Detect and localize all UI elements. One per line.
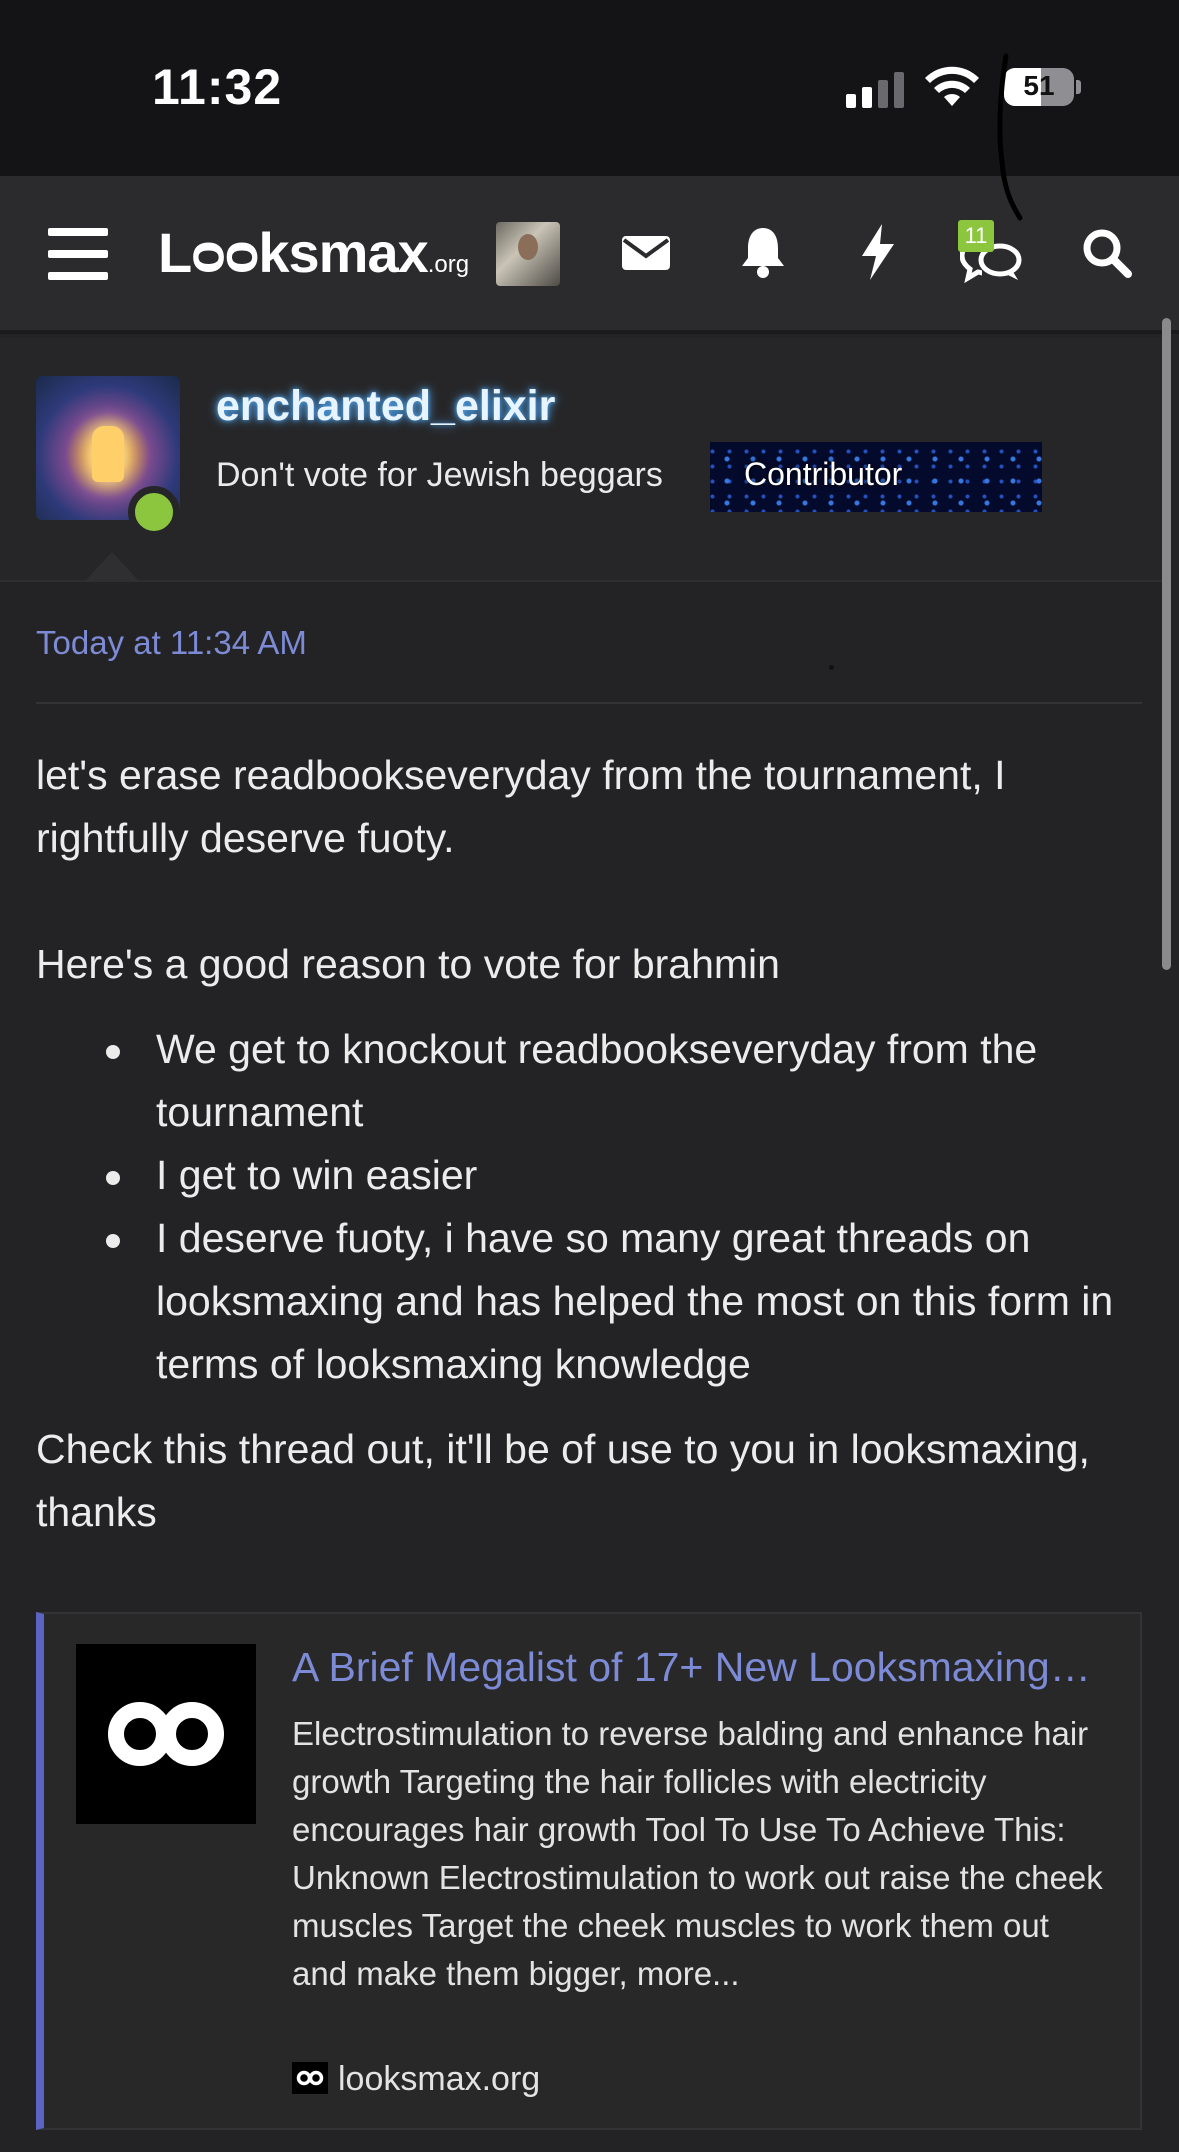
battery-level: 51 [1023, 70, 1055, 101]
link-source[interactable]: looksmax.org [292, 2060, 540, 2100]
link-description: Electrostimulation to reverse balding an… [292, 1715, 1103, 1992]
list-item: We get to knockout readbookseveryday fro… [36, 1018, 1146, 1144]
post-date[interactable]: Today at 11:34 AM [36, 624, 307, 662]
header-pointer [86, 552, 138, 580]
logo-suffix: .org [427, 251, 470, 278]
divider [36, 702, 1142, 704]
post-body: let's erase readbookseveryday from the t… [36, 744, 1146, 1607]
list-item: I get to win easier [36, 1144, 1146, 1207]
link-source-label: looksmax.org [338, 2060, 541, 2098]
post-user-header: enchanted_elixir Don't vote for Jewish b… [0, 338, 1162, 582]
chat-badge: 11 [958, 220, 994, 252]
infinity-logo-icon [108, 1702, 224, 1766]
post-paragraph-2: Here's a good reason to vote for brahmin [36, 941, 780, 987]
logo-text: Lᴑᴑksmax [158, 221, 429, 284]
favicon-icon [292, 2062, 328, 2094]
status-bar: 11:32 51 [0, 0, 1179, 176]
wifi-icon [925, 66, 979, 106]
post-bullet-list: We get to knockout readbookseveryday fro… [36, 1018, 1146, 1396]
search-icon[interactable] [1082, 228, 1132, 278]
scrollbar[interactable] [1162, 318, 1171, 970]
bell-icon[interactable] [740, 226, 786, 278]
user-banner-label: Contributor [744, 456, 903, 492]
bolt-icon[interactable] [860, 224, 896, 280]
top-nav: Lᴑᴑksmax.org 11 [0, 176, 1179, 334]
user-avatar[interactable] [496, 222, 560, 286]
mail-icon[interactable] [622, 232, 670, 272]
site-logo-thumbnail[interactable] [76, 1644, 256, 1824]
link-title[interactable]: A Brief Megalist of 17+ New Looksmaxing … [292, 1644, 1098, 1691]
site-logo[interactable]: Lᴑᴑksmax.org [158, 220, 469, 285]
list-item: I deserve fuoty, i have so many great th… [36, 1207, 1146, 1396]
menu-icon[interactable] [48, 228, 108, 280]
stray-dot [829, 665, 834, 670]
cellular-signal-icon [846, 72, 904, 108]
online-indicator [128, 486, 180, 538]
post-paragraph-1: let's erase readbookseveryday from the t… [36, 752, 1006, 861]
link-preview-card[interactable]: A Brief Megalist of 17+ New Looksmaxing … [36, 1612, 1142, 2130]
battery-icon: 51 [1004, 68, 1081, 106]
user-title: Don't vote for Jewish beggars [216, 456, 663, 494]
post-paragraph-3: Check this thread out, it'll be of use t… [36, 1426, 1090, 1535]
status-time: 11:32 [152, 59, 283, 115]
username[interactable]: enchanted_elixir [216, 382, 555, 431]
user-banner: Contributor [710, 442, 1042, 512]
